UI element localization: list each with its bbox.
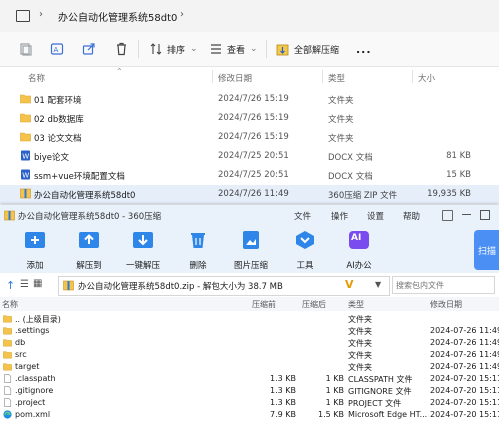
monitor-icon[interactable]: [16, 10, 30, 22]
search-input[interactable]: [392, 276, 495, 294]
file-row[interactable]: W biye论文 2024/7/25 20:51 DOCX 文档 81 KB: [0, 147, 499, 166]
file-icon: [4, 398, 12, 407]
zip-row[interactable]: .. (上级目录) 文件夹: [0, 313, 499, 325]
zip-icon: [20, 188, 31, 199]
column-size[interactable]: 大小: [418, 72, 435, 84]
folder-icon: [3, 363, 12, 371]
zip-window-title: 办公自动化管理系统58dt0 - 360压缩: [18, 212, 162, 222]
zip-icon: [4, 210, 15, 221]
folder-icon: [3, 351, 12, 359]
trash-icon[interactable]: [112, 40, 130, 58]
file-icon: [4, 374, 12, 383]
checkmark-icon: V: [345, 278, 354, 291]
more-button[interactable]: ...: [356, 40, 372, 58]
chevron-right-icon[interactable]: ›: [39, 9, 43, 20]
sort-button[interactable]: 排序 ⌄: [150, 40, 198, 58]
chevron-up-icon: ⌃: [116, 67, 123, 76]
explorer-address-bar: › 办公自动化管理系统58dt0 ›: [0, 0, 499, 32]
zip-column-after[interactable]: 压缩后: [302, 299, 326, 310]
add-button[interactable]: 添加: [12, 230, 58, 271]
up-arrow-icon[interactable]: ↑: [6, 279, 15, 292]
file-icon: [4, 386, 12, 395]
folder-icon: [20, 94, 31, 104]
zip-icon: [63, 280, 74, 291]
zip-column-type[interactable]: 类型: [348, 299, 364, 310]
folder-icon: [3, 327, 12, 335]
zip-column-before[interactable]: 压缩前: [252, 299, 276, 310]
breadcrumb-folder[interactable]: 办公自动化管理系统58dt0: [58, 9, 177, 24]
sort-icon: [150, 43, 162, 55]
menu-operate[interactable]: 操作: [331, 210, 348, 222]
scan-button[interactable]: 扫描: [474, 230, 499, 270]
delete-icon: [191, 233, 205, 248]
svg-text:W: W: [22, 172, 29, 180]
file-row[interactable]: W ssm+vue环境配置文档 2024/7/25 20:51 DOCX 文档 …: [0, 166, 499, 185]
one-click-extract-button[interactable]: 一键解压: [120, 230, 166, 271]
column-name[interactable]: 名称: [28, 72, 45, 84]
svg-text:A: A: [54, 46, 59, 54]
zip-row[interactable]: .project 1.3 KB 1 KB PROJECT 文件 2024-07-…: [0, 397, 499, 409]
image-compress-button[interactable]: 图片压缩: [228, 230, 274, 271]
zip-header: 办公自动化管理系统58dt0 - 360压缩 文件 操作 设置 帮助 添加 解压…: [0, 205, 499, 273]
tools-icon: [296, 231, 314, 249]
ai-badge: AI: [351, 233, 362, 243]
file-row[interactable]: 03 论文文档 2024/7/26 15:19 文件夹: [0, 128, 499, 147]
zip-column-name[interactable]: 名称: [2, 299, 18, 310]
zip-row[interactable]: .classpath 1.3 KB 1 KB CLASSPATH 文件 2024…: [0, 373, 499, 385]
zip-row[interactable]: db 文件夹 2024-07-26 11:49: [0, 337, 499, 349]
zip-row[interactable]: .settings 文件夹 2024-07-26 11:49: [0, 325, 499, 337]
word-doc-icon: W: [21, 150, 30, 161]
column-type[interactable]: 类型: [328, 72, 345, 84]
zip-row[interactable]: src 文件夹 2024-07-26 11:49: [0, 349, 499, 361]
share-icon[interactable]: [80, 40, 98, 58]
list-view-icon[interactable]: ☰: [20, 279, 29, 290]
add-icon: [25, 232, 45, 248]
folder-icon: [20, 132, 31, 142]
svg-text:W: W: [22, 153, 29, 161]
file-row[interactable]: 02 db数据库 2024/7/26 15:19 文件夹: [0, 109, 499, 128]
zip-column-header: 名称 压缩前 压缩后 类型 修改日期: [0, 297, 499, 311]
rename-icon[interactable]: A: [48, 40, 66, 58]
file-row[interactable]: 办公自动化管理系统58dt0 2024/7/26 11:49 360压缩 ZIP…: [0, 185, 499, 204]
menu-help[interactable]: 帮助: [403, 210, 420, 222]
extract-all-button[interactable]: 全部解压缩: [276, 40, 339, 58]
one-click-extract-icon: [133, 232, 153, 248]
explorer-column-header: 名称 ⌃ 修改日期 类型 大小: [0, 67, 499, 87]
zip-address-bar: ↑ ☰ ▦ 办公自动化管理系统58dt0.zip - 解包大小为 38.7 MB…: [0, 275, 499, 298]
chevron-down-icon: ⌄: [250, 44, 258, 54]
extract-to-icon: [79, 232, 99, 248]
extract-to-button[interactable]: 解压到: [66, 230, 112, 271]
column-modified[interactable]: 修改日期: [218, 72, 252, 84]
word-doc-icon: W: [21, 169, 30, 180]
extract-all-icon: [276, 44, 289, 55]
folder-icon: [3, 339, 12, 347]
copy-icon[interactable]: [16, 40, 34, 58]
skin-icon[interactable]: [442, 210, 453, 221]
folder-icon: [20, 113, 31, 123]
chevron-right-icon[interactable]: ›: [180, 9, 184, 20]
explorer-toolbar: A 排序 ⌄ 查看 ⌄ 全部解压缩 ...: [0, 32, 499, 67]
folder-icon: [3, 315, 12, 323]
delete-button[interactable]: 删除: [175, 230, 221, 271]
path-field[interactable]: 办公自动化管理系统58dt0.zip - 解包大小为 38.7 MB V ▼: [58, 276, 390, 296]
zip-row[interactable]: pom.xml 7.9 KB 1.5 KB Microsoft Edge HT.…: [0, 409, 499, 421]
edge-icon: [3, 410, 12, 419]
tools-button[interactable]: 工具: [282, 230, 328, 271]
minimize-icon[interactable]: [462, 214, 471, 215]
zip-window: 办公自动化管理系统58dt0 - 360压缩 文件 操作 设置 帮助 添加 解压…: [0, 205, 499, 431]
grid-view-icon[interactable]: ▦: [33, 278, 42, 289]
menu-settings[interactable]: 设置: [367, 210, 384, 222]
zip-row[interactable]: .gitignore 1.3 KB 1 KB GITIGNORE 文件 2024…: [0, 385, 499, 397]
file-row[interactable]: 01 配套环境 2024/7/26 15:19 文件夹: [0, 90, 499, 109]
view-button[interactable]: 查看 ⌄: [210, 40, 258, 58]
chevron-down-icon: ⌄: [190, 44, 198, 54]
zip-column-modified[interactable]: 修改日期: [430, 299, 462, 310]
dropdown-arrow-icon[interactable]: ▼: [375, 280, 381, 289]
menu-file[interactable]: 文件: [294, 210, 311, 222]
view-icon: [211, 44, 221, 54]
maximize-icon[interactable]: [480, 210, 490, 220]
image-compress-icon: [243, 231, 259, 249]
zip-row[interactable]: target 文件夹 2024-07-26 11:49: [0, 361, 499, 373]
